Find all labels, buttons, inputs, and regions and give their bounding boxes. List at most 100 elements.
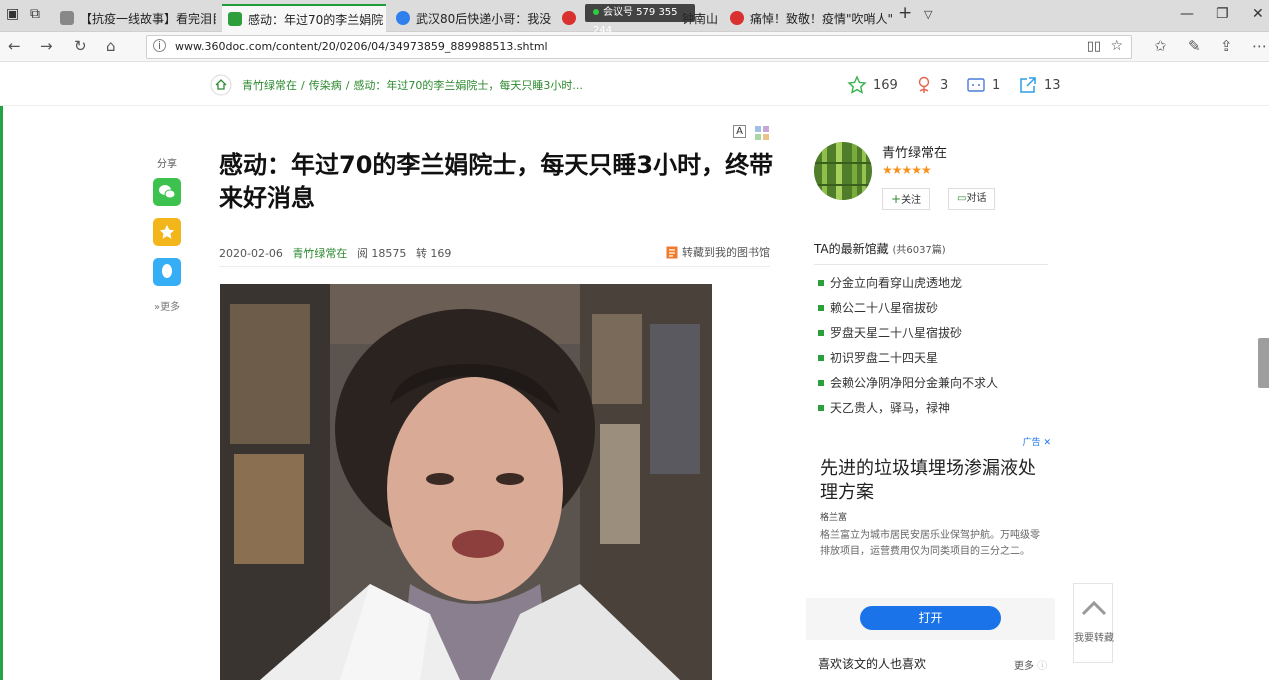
font-size-button[interactable]: A	[733, 125, 746, 138]
bullet-icon	[818, 329, 824, 336]
minimize-icon[interactable]: —	[1180, 6, 1194, 22]
refresh-icon[interactable]: ↻	[74, 37, 87, 55]
tab-current-article[interactable]: 感动：年过70的李兰娟院 ✕	[222, 4, 386, 32]
tab-whistleblower[interactable]: 痛悼！致敬！疫情"吹哨人"	[724, 4, 894, 32]
breadcrumb-separator: /	[301, 78, 305, 92]
list-item-label: 分金立向看穿山虎透地龙	[830, 276, 963, 290]
theme-grid-icon[interactable]	[755, 125, 769, 140]
close-window-icon[interactable]: ✕	[1252, 6, 1264, 22]
breadcrumb-separator: /	[345, 78, 350, 92]
author-name[interactable]: 青竹绿常在	[882, 142, 947, 161]
ad-title[interactable]: 先进的垃圾填埋场渗漏液处理方案	[820, 457, 1045, 505]
bullet-icon	[818, 379, 824, 386]
close-ad-icon[interactable]: ✕	[1043, 438, 1051, 448]
share-icon[interactable]: ⇪	[1220, 37, 1233, 55]
live-dot-icon	[593, 9, 599, 15]
tab-label: 痛悼！致敬！疫情"吹哨人"	[750, 11, 894, 26]
site-info-icon[interactable]: i	[153, 39, 166, 52]
back-icon[interactable]: ←	[8, 37, 21, 55]
favorite-count-value: 169	[873, 77, 898, 93]
latest-count: (共6037篇)	[892, 245, 946, 256]
list-item[interactable]: 赖公二十八星宿拔砂	[818, 295, 998, 320]
qq-share-button[interactable]	[153, 258, 181, 286]
more-label: 更多	[1014, 661, 1034, 672]
also-like-title: 喜欢该文的人也喜欢	[818, 657, 927, 671]
reading-view-icon[interactable]: ▯▯	[1087, 39, 1101, 54]
list-item[interactable]: 分金立向看穿山虎透地龙	[818, 270, 998, 295]
favorite-star-icon[interactable]: ☆	[1110, 38, 1123, 54]
wechat-share-button[interactable]	[153, 178, 181, 206]
share-more-link[interactable]: »更多	[150, 298, 184, 313]
list-item-label: 罗盘天星二十八星宿拔砂	[830, 326, 963, 340]
advertisement[interactable]: 广告 ✕ 先进的垃圾填埋场渗漏液处理方案 格兰富 格兰富立为城市居民安居乐业保驾…	[806, 433, 1055, 640]
star-icon	[159, 224, 175, 239]
share-count-value: 13	[1044, 77, 1061, 93]
ad-description: 格兰富立为城市居民安居乐业保驾护航。万吨级零排放项目，运营费用仅为同类项目的三分…	[820, 530, 1040, 557]
collect-label: 转藏到我的图书馆	[682, 246, 770, 259]
bullet-icon	[818, 404, 824, 411]
follow-button[interactable]: +关注	[882, 188, 931, 210]
chevron-up-icon	[1081, 600, 1107, 616]
article-author-link[interactable]: 青竹绿常在	[292, 247, 347, 260]
article-title: 感动：年过70的李兰娟院士，每天只睡3小时，终带来好消息	[219, 151, 774, 212]
tab-actions-icon[interactable]: ▣	[6, 6, 19, 22]
tab-courier[interactable]: 武汉80后快递小哥：我没有	[390, 4, 552, 32]
chevron-down-icon[interactable]: ▽	[924, 8, 932, 21]
ad-tag[interactable]: 广告 ✕	[1023, 435, 1051, 448]
flower-icon	[918, 76, 930, 93]
tab-favicon-icon	[396, 11, 410, 25]
forward-icon[interactable]: →	[40, 37, 53, 55]
latest-title: TA的最新馆藏	[814, 242, 889, 256]
set-tabs-aside-icon[interactable]: ⧉	[30, 6, 40, 22]
ad-brand: 格兰富	[820, 513, 848, 523]
article-date: 2020-02-06	[219, 247, 283, 260]
list-item[interactable]: 初识罗盘二十四天星	[818, 345, 998, 370]
more-menu-icon[interactable]: ⋯	[1252, 37, 1267, 55]
divider	[219, 266, 770, 267]
restore-icon[interactable]: ❐	[1216, 6, 1229, 22]
also-like-more-link[interactable]: 更多 ⓘ	[1014, 657, 1047, 672]
breadcrumb-author[interactable]: 青竹绿常在	[242, 77, 297, 93]
list-item[interactable]: 罗盘天星二十八星宿拔砂	[818, 320, 998, 345]
tab-favicon-icon	[228, 12, 242, 26]
comment-count[interactable]: 1	[966, 75, 1000, 95]
comment-count-value: 1	[992, 77, 1001, 93]
chat-button[interactable]: ▭对话	[948, 188, 996, 210]
home-icon[interactable]	[210, 74, 232, 96]
collect-to-library-button[interactable]: 转藏到我的图书馆	[666, 244, 770, 260]
info-circle-icon: ⓘ	[1037, 661, 1048, 672]
breadcrumb-current: 感动：年过70的李兰娟院士，每天只睡3小时...	[353, 79, 583, 92]
list-item[interactable]: 天乙贵人，驿马，禄神	[818, 395, 998, 420]
address-bar[interactable]: i www.360doc.com/content/20/0206/04/3497…	[146, 35, 1132, 59]
tab-story[interactable]: 【抗疫一线故事】看完泪目	[54, 4, 216, 32]
ad-open-button[interactable]: 打开	[860, 606, 1001, 630]
wechat-icon	[159, 185, 176, 199]
new-tab-icon[interactable]: +	[898, 3, 912, 23]
article-meta: 2020-02-06 青竹绿常在 阅 18575 转 169	[219, 245, 457, 261]
flower-count[interactable]: 3	[914, 75, 948, 95]
tab-favicon-icon	[562, 11, 576, 25]
latest-collection-list: 分金立向看穿山虎透地龙 赖公二十八星宿拔砂 罗盘天星二十八星宿拔砂 初识罗盘二十…	[818, 270, 998, 420]
follow-label: 关注	[901, 195, 922, 206]
tab-favicon-icon	[730, 11, 744, 25]
list-item[interactable]: 会赖公净阴净阳分金兼向不求人	[818, 370, 998, 395]
read-count: 阅 18575	[356, 247, 407, 260]
library-icon	[666, 246, 678, 258]
list-item-label: 赖公二十八星宿拔砂	[830, 301, 939, 315]
favorites-hub-icon[interactable]: ✩	[1154, 37, 1167, 55]
url-text[interactable]: www.360doc.com/content/20/0206/04/349738…	[175, 40, 548, 53]
avatar[interactable]	[814, 142, 872, 200]
ad-tag-label: 广告	[1022, 438, 1041, 448]
side-panel-handle[interactable]	[1258, 338, 1269, 388]
collect-float-label: 我要转藏	[1074, 633, 1114, 644]
breadcrumb-category[interactable]: 传染病	[309, 77, 342, 93]
favorite-count[interactable]: 169	[847, 75, 898, 95]
qzone-share-button[interactable]	[153, 218, 181, 246]
collect-float-button[interactable]: 我要转藏	[1073, 583, 1114, 663]
breadcrumb: 青竹绿常在 / 传染病 / 感动：年过70的李兰娟院士，每天只睡3小时...	[210, 74, 583, 96]
home-icon[interactable]: ⌂	[106, 37, 116, 55]
share-count[interactable]: 13	[1018, 75, 1061, 95]
chat-label: 对话	[966, 193, 987, 204]
annotate-pen-icon[interactable]: ✎	[1188, 37, 1201, 55]
article-photo	[220, 284, 712, 680]
